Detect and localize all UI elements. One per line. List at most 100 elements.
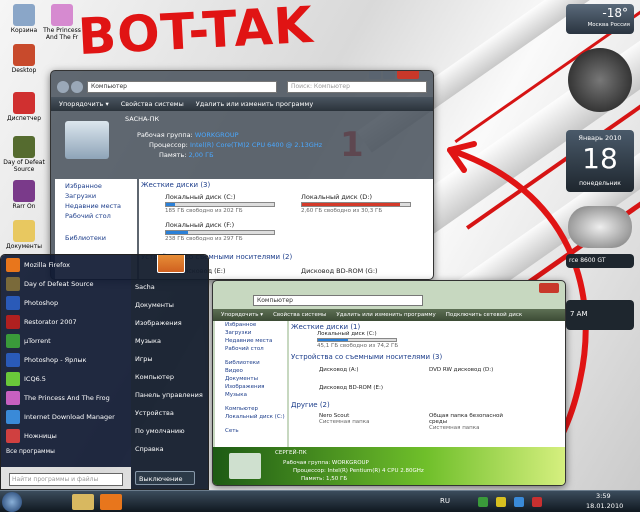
map-drive-button[interactable]: Подключить сетевой диск <box>446 312 522 318</box>
desktop-icon-dod[interactable]: Day of Defeat Source <box>2 136 46 173</box>
address-bar[interactable]: Компьютер <box>253 295 423 306</box>
system-properties-button[interactable]: Свойства системы <box>273 312 326 318</box>
uninstall-button[interactable]: Удалить или изменить программу <box>196 100 313 108</box>
group-hdd: Жесткие диски (3) <box>141 181 211 189</box>
nav-recent[interactable]: Недавние места <box>215 337 287 345</box>
explorer-window-2[interactable]: Компьютер Упорядочить ▾ Свойства системы… <box>212 280 566 486</box>
nav-desktop[interactable]: Рабочий стол <box>215 345 287 353</box>
desktop-icon-docs[interactable]: Документы <box>2 220 46 250</box>
program-item[interactable]: ICQ6.5 <box>1 369 131 388</box>
forward-button[interactable] <box>71 81 83 93</box>
calendar-gadget[interactable]: Январь 2010 18 понедельник <box>566 130 634 192</box>
start-link[interactable]: Sacha <box>131 283 208 291</box>
system-properties-button[interactable]: Свойства системы <box>121 100 184 108</box>
nav-libraries[interactable]: Библиотеки <box>55 233 137 243</box>
program-item[interactable]: Photoshop - Ярлык <box>1 350 131 369</box>
nav-documents[interactable]: Документы <box>215 375 287 383</box>
program-item[interactable]: Photoshop <box>1 293 131 312</box>
address-bar[interactable]: Компьютер <box>87 81 277 93</box>
language-indicator[interactable]: RU <box>440 497 450 505</box>
program-item[interactable]: Restorator 2007 <box>1 312 131 331</box>
shared-folder[interactable]: Общая папка безопасной среды Системная па… <box>429 413 519 431</box>
drive-c[interactable]: Локальный диск (C:) 185 ГБ свободно из 20… <box>165 193 275 214</box>
detail-key: Память: <box>159 151 187 159</box>
uninstall-button[interactable]: Удалить или изменить программу <box>336 312 435 318</box>
nav-downloads[interactable]: Загрузки <box>215 329 287 337</box>
start-link[interactable]: Устройства <box>131 409 208 417</box>
computer-icon <box>229 453 261 479</box>
start-link[interactable]: Панель управления <box>131 391 208 399</box>
taskbar-date[interactable]: 18.01.2010 <box>586 502 623 510</box>
drive-f[interactable]: Локальный диск (F:) 238 ГБ свободно из 29… <box>165 221 275 242</box>
start-menu[interactable]: Mozilla Firefox Day of Defeat Source Pho… <box>0 254 209 490</box>
nav-drive-c[interactable]: Локальный диск (C:) <box>215 413 287 421</box>
content-pane: Жесткие диски (1) Локальный диск (C:) 45,… <box>289 321 565 447</box>
desktop-icon-dispatcher[interactable]: Диспетчер <box>2 92 46 122</box>
start-link[interactable]: По умолчанию <box>131 427 208 435</box>
organize-button[interactable]: Упорядочить ▾ <box>59 100 109 108</box>
nav-pictures[interactable]: Изображения <box>215 383 287 391</box>
nav-favorites[interactable]: Избранное <box>215 321 287 329</box>
media-taskbar-icon[interactable] <box>100 494 122 510</box>
program-item[interactable]: Internet Download Manager <box>1 407 131 426</box>
desktop-icon-desktop[interactable]: Desktop <box>2 44 46 74</box>
back-button[interactable] <box>57 81 69 93</box>
explorer-taskbar-icon[interactable] <box>72 494 94 510</box>
dod-icon <box>6 276 20 291</box>
organize-button[interactable]: Упорядочить ▾ <box>221 312 263 318</box>
close-button[interactable] <box>539 283 559 293</box>
nav-music[interactable]: Музыка <box>215 391 287 399</box>
drive-g[interactable]: Дисковод BD-ROM (G:) <box>301 267 378 275</box>
weather-city: Москва Россия <box>587 22 630 28</box>
program-item[interactable]: µTorrent <box>1 331 131 350</box>
desktop-icon-rar[interactable]: Rarr On <box>2 180 46 210</box>
nav-network[interactable]: Сеть <box>215 427 287 435</box>
group-removable: Устройства со съемными носителями (3) <box>291 353 443 361</box>
drive-d[interactable]: Локальный диск (D:) 2,60 ГБ свободно из 3… <box>301 193 411 214</box>
nav-downloads[interactable]: Загрузки <box>55 191 137 201</box>
nav-desktop[interactable]: Рабочий стол <box>55 211 137 221</box>
time-gadget[interactable]: 7 AM <box>566 300 634 330</box>
start-link[interactable]: Музыка <box>131 337 208 345</box>
maximize-button[interactable] <box>383 71 395 79</box>
start-link[interactable]: Игры <box>131 355 208 363</box>
tray-icon[interactable] <box>478 497 488 507</box>
start-link[interactable]: Справка <box>131 445 208 453</box>
taskbar-time[interactable]: 3:59 <box>596 492 611 500</box>
explorer-window-1[interactable]: Компьютер Поиск: Компьютер Упорядочить ▾… <box>50 70 434 280</box>
minimize-button[interactable] <box>369 71 381 79</box>
nav-recent[interactable]: Недавние места <box>55 201 137 211</box>
gpu-gadget[interactable]: rce 8600 GT <box>566 254 634 268</box>
tray-icon[interactable] <box>514 497 524 507</box>
program-item[interactable]: The Princess And The Frog <box>1 388 131 407</box>
detail-key: Процессор: <box>149 141 188 149</box>
tray-icon[interactable] <box>496 497 506 507</box>
shutdown-button[interactable]: Выключение <box>135 471 195 485</box>
all-programs[interactable]: Все программы <box>1 445 131 457</box>
start-link[interactable]: Изображения <box>131 319 208 327</box>
nav-computer[interactable]: Компьютер <box>215 405 287 413</box>
start-button[interactable] <box>2 492 22 512</box>
drive-d[interactable]: DVD RW дисковод (D:) <box>429 367 493 373</box>
program-item[interactable]: Day of Defeat Source <box>1 274 131 293</box>
tray-icon[interactable] <box>532 497 542 507</box>
start-link[interactable]: Документы <box>131 301 208 309</box>
nav-libraries[interactable]: Библиотеки <box>215 359 287 367</box>
clock-gadget[interactable] <box>568 48 632 112</box>
program-item[interactable]: Ножницы <box>1 426 131 445</box>
drive-c-fill <box>166 203 175 206</box>
weather-gadget[interactable]: -18° Москва Россия <box>566 4 634 34</box>
start-link[interactable]: Компьютер <box>131 373 208 381</box>
nav-video[interactable]: Видео <box>215 367 287 375</box>
user-picture <box>157 255 185 273</box>
cpu-meter-gadget[interactable] <box>568 206 632 248</box>
program-item[interactable]: Mozilla Firefox <box>1 255 131 274</box>
drive-c[interactable]: Локальный диск (C:) 45,1 ГБ свободно из 7… <box>317 331 398 349</box>
start-search-input[interactable]: Найти программы и файлы <box>9 473 123 486</box>
close-button[interactable] <box>397 71 419 79</box>
nero-scout[interactable]: Nero Scout Системная папка <box>319 413 369 425</box>
nav-favorites[interactable]: Избранное <box>55 179 137 191</box>
search-input[interactable]: Поиск: Компьютер <box>287 81 427 93</box>
drive-a[interactable]: Дисковод (A:) <box>319 367 359 373</box>
drive-e[interactable]: Дисковод BD-ROM (E:) <box>319 385 383 391</box>
